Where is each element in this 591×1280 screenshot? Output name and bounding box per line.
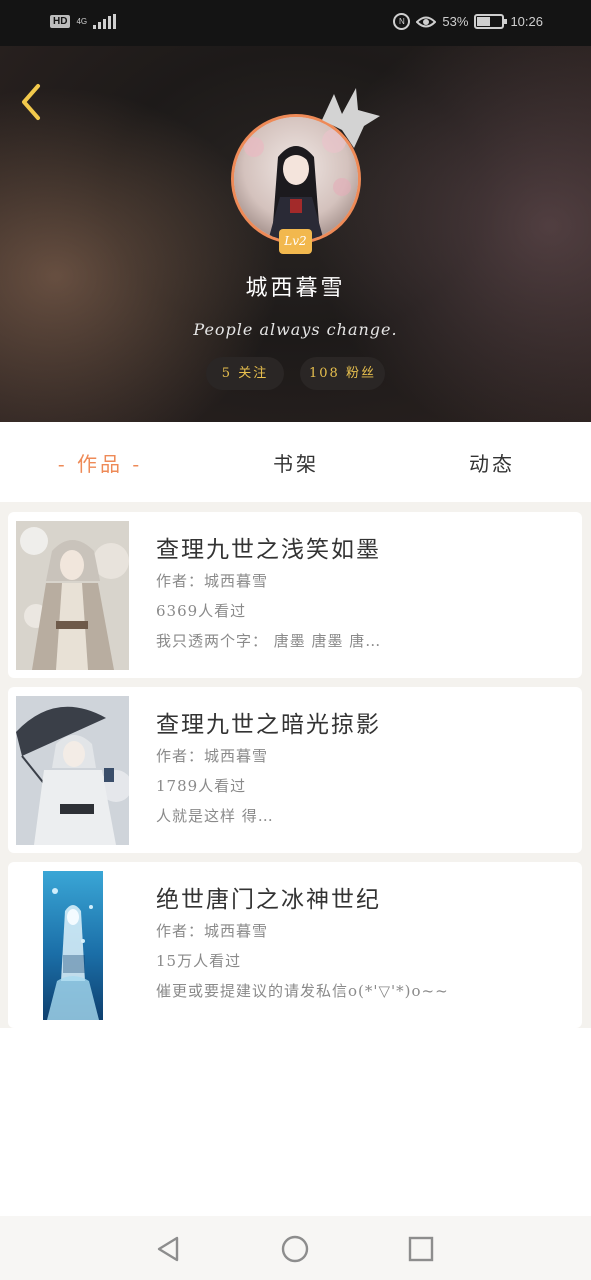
eye-comfort-icon [416, 16, 437, 27]
work-title: 查理九世之浅笑如墨 [156, 537, 381, 563]
nav-home-icon[interactable] [280, 1234, 310, 1264]
battery-icon [474, 14, 508, 29]
tab-works[interactable]: - 作品 - [40, 422, 160, 502]
works-list: 查理九世之浅笑如墨 作者：城西暮雪 6369人看过 我只透两个字： 唐墨 唐墨 … [0, 502, 591, 1028]
hd-icon: HD [50, 15, 71, 28]
tab-bookshelf[interactable]: 书架 [236, 422, 356, 502]
work-card[interactable]: 绝世唐门之冰神世纪 作者：城西暮雪 15万人看过 催更或要提建议的请发私信o(*… [8, 862, 582, 1028]
signature: People always change. [193, 320, 398, 339]
level-badge: Lv2 [279, 229, 312, 254]
signal-icon [93, 14, 117, 29]
fans-count-button[interactable]: 108 粉丝 [300, 357, 385, 390]
nav-recents-icon[interactable] [406, 1234, 436, 1264]
work-views: 15万人看过 [156, 952, 242, 970]
tab-activity[interactable]: 动态 [432, 422, 552, 502]
battery-percent: 53% [442, 14, 469, 29]
work-summary: 人就是这样 得… [156, 807, 274, 825]
work-views: 1789人看过 [156, 777, 247, 795]
clock: 10:26 [510, 14, 543, 29]
work-author: 作者：城西暮雪 [156, 572, 269, 590]
nfc-icon: N [393, 13, 411, 30]
work-views: 6369人看过 [156, 602, 247, 620]
work-title: 查理九世之暗光掠影 [156, 712, 381, 738]
work-card[interactable]: 查理九世之暗光掠影 作者：城西暮雪 1789人看过 人就是这样 得… [8, 687, 582, 853]
following-count-button[interactable]: 5 关注 [206, 357, 284, 390]
nav-back-icon[interactable] [153, 1234, 183, 1264]
crown-icon [322, 88, 380, 148]
system-nav-bar [0, 1216, 591, 1280]
work-title: 绝世唐门之冰神世纪 [156, 887, 381, 913]
profile-tabs: - 作品 - 书架 动态 [0, 422, 591, 502]
work-card[interactable]: 查理九世之浅笑如墨 作者：城西暮雪 6369人看过 我只透两个字： 唐墨 唐墨 … [8, 512, 582, 678]
work-author: 作者：城西暮雪 [156, 747, 269, 765]
empty-area [0, 1028, 591, 1216]
work-summary: 催更或要提建议的请发私信o(*'▽'*)o~~ [156, 982, 449, 1000]
work-author: 作者：城西暮雪 [156, 922, 269, 940]
back-arrow-icon[interactable] [16, 82, 46, 122]
work-summary: 我只透两个字： 唐墨 唐墨 唐… [156, 632, 382, 650]
network-type: 4G [76, 16, 88, 26]
work-cover-image [16, 696, 129, 845]
status-bar: HD 4G N 53% 10:26 [0, 0, 591, 46]
username: 城西暮雪 [245, 276, 346, 301]
profile-header: Lv2 城西暮雪 People always change. 5 关注 108 … [0, 46, 591, 422]
work-cover-image [43, 871, 103, 1020]
work-cover-image [16, 521, 129, 670]
